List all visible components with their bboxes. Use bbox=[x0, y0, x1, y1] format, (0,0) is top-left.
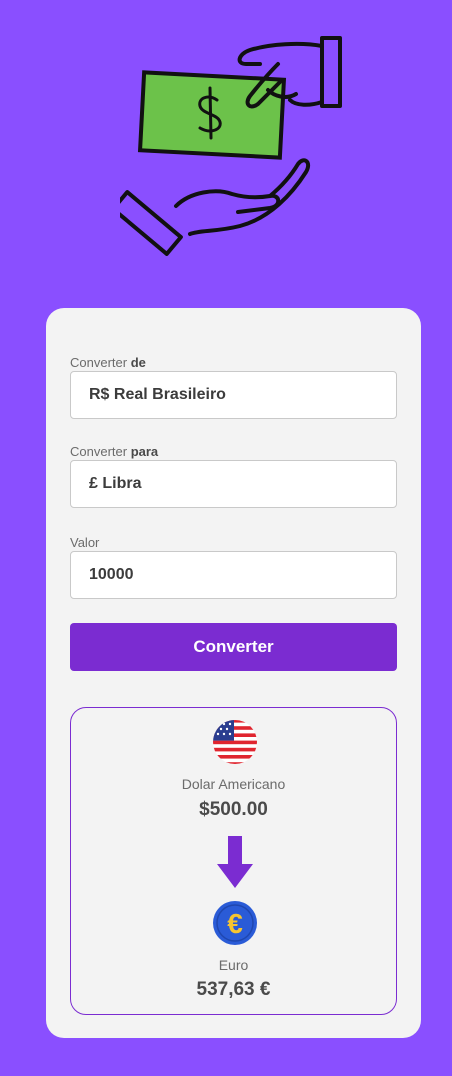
conversion-result-box: Dolar Americano $500.00 € Euro 537,63 € bbox=[70, 707, 397, 1015]
amount-input[interactable]: 10000 bbox=[70, 551, 397, 599]
us-flag-icon bbox=[213, 720, 257, 764]
amount-label: Valor bbox=[70, 535, 100, 550]
money-exchange-illustration bbox=[120, 36, 342, 256]
banknote-icon bbox=[137, 70, 287, 160]
to-currency-select[interactable]: £ Libra bbox=[70, 460, 397, 508]
svg-text:€: € bbox=[227, 908, 243, 939]
arrow-down-icon bbox=[217, 836, 253, 888]
target-currency-name: Euro bbox=[218, 957, 249, 973]
amount-value: 10000 bbox=[89, 566, 134, 583]
from-currency-select[interactable]: R$ Real Brasileiro bbox=[70, 371, 397, 419]
to-currency-value: £ Libra bbox=[89, 475, 142, 492]
to-currency-label: Converter para bbox=[70, 444, 159, 459]
from-currency-value: R$ Real Brasileiro bbox=[89, 386, 226, 403]
source-currency-name: Dolar Americano bbox=[181, 776, 286, 792]
source-amount: $500.00 bbox=[199, 799, 268, 820]
receiving-hand-icon bbox=[120, 158, 311, 256]
convert-button[interactable]: Converter bbox=[70, 623, 397, 671]
from-currency-label: Converter de bbox=[70, 355, 146, 370]
target-amount: 537,63 € bbox=[196, 979, 271, 1000]
converter-card: Converter de R$ Real Brasileiro Converte… bbox=[46, 308, 421, 1038]
euro-coin-icon: € bbox=[213, 901, 257, 945]
